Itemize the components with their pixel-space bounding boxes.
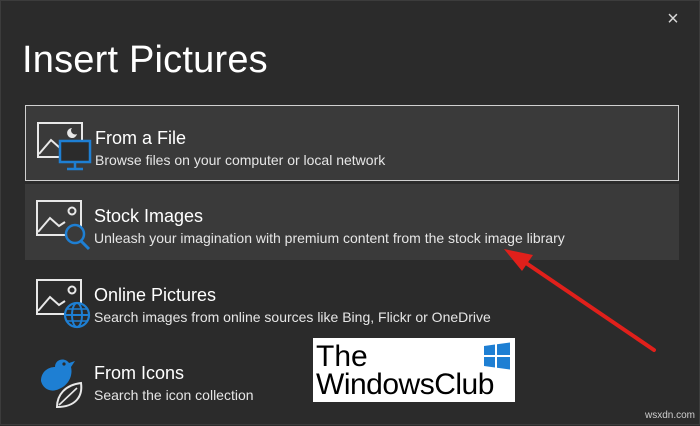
dialog-title: Insert Pictures	[22, 39, 268, 81]
picture-monitor-icon	[37, 122, 92, 171]
thewindowsclub-watermark: The WindowsClub	[313, 338, 515, 402]
option-description: Search the icon collection	[94, 387, 254, 403]
picture-search-icon	[36, 200, 91, 251]
insert-pictures-dialog: × Insert Pictures From a File Browse fil…	[0, 0, 700, 425]
option-title: Stock Images	[94, 206, 204, 226]
option-description: Browse files on your computer or local n…	[95, 152, 386, 168]
bird-leaf-icon	[41, 359, 83, 409]
site-watermark: wsxdn.com	[644, 410, 695, 421]
picture-globe-icon	[36, 279, 91, 329]
option-title: From a File	[95, 128, 187, 148]
option-description: Search images from online sources like B…	[94, 309, 491, 325]
option-description: Unleash your imagination with premium co…	[94, 230, 565, 246]
option-title: Online Pictures	[94, 285, 217, 305]
watermark-line2: WindowsClub	[316, 368, 494, 401]
close-button[interactable]: ×	[663, 9, 683, 29]
option-title: From Icons	[94, 363, 185, 383]
option-online-pictures[interactable]: Online Pictures Search images from onlin…	[25, 263, 679, 339]
option-stock-images[interactable]: Stock Images Unleash your imagination wi…	[25, 184, 679, 260]
windows-logo-icon	[484, 342, 510, 370]
option-from-a-file[interactable]: From a File Browse files on your compute…	[25, 105, 679, 181]
